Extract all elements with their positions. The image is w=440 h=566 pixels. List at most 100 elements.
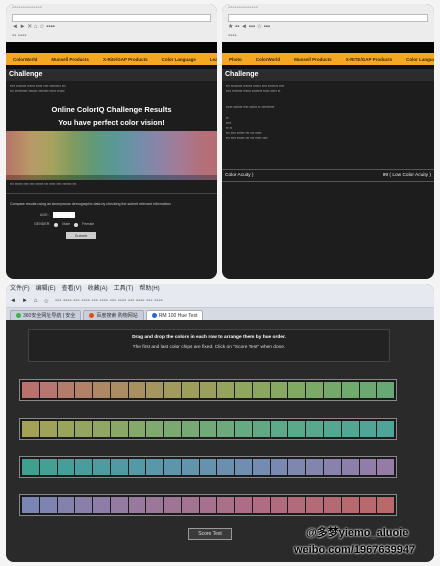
- color-chip[interactable]: [75, 497, 93, 513]
- color-chip[interactable]: [164, 497, 181, 513]
- color-chip[interactable]: [235, 497, 252, 513]
- color-chip[interactable]: [93, 497, 110, 513]
- color-chip[interactable]: [252, 497, 270, 513]
- color-chip[interactable]: [270, 459, 288, 475]
- score-test-button[interactable]: Score Test: [188, 528, 232, 540]
- color-chip[interactable]: [217, 421, 235, 437]
- menu-item[interactable]: 文件(F): [10, 286, 30, 292]
- color-chip[interactable]: [75, 459, 93, 475]
- age-input[interactable]: [52, 212, 75, 218]
- color-chip[interactable]: [341, 497, 359, 513]
- color-chip[interactable]: [252, 459, 270, 475]
- color-chip[interactable]: [235, 382, 252, 398]
- color-chip[interactable]: [324, 382, 341, 398]
- address-bar[interactable]: [12, 14, 211, 22]
- color-chip[interactable]: [128, 421, 146, 437]
- color-chip[interactable]: [93, 382, 110, 398]
- left-nav-item[interactable]: Color Language: [155, 57, 203, 62]
- color-chip[interactable]: [324, 459, 341, 475]
- color-chip[interactable]: [252, 421, 270, 437]
- color-chip[interactable]: [128, 497, 146, 513]
- color-chip[interactable]: [57, 497, 75, 513]
- color-chip[interactable]: [146, 382, 164, 398]
- address-bar[interactable]: [228, 14, 428, 22]
- color-chip[interactable]: [146, 421, 164, 437]
- color-chip[interactable]: [359, 382, 377, 398]
- forward-icon[interactable]: ►: [22, 298, 28, 304]
- menu-item[interactable]: 编辑(E): [36, 286, 56, 292]
- right-nav-item[interactable]: Photo: [222, 57, 249, 62]
- color-chip[interactable]: [199, 421, 217, 437]
- left-nav-item[interactable]: Munsell Products: [44, 57, 96, 62]
- color-chip[interactable]: [359, 497, 377, 513]
- color-chip[interactable]: [306, 421, 324, 437]
- color-chip[interactable]: [93, 459, 110, 475]
- gender-female-radio[interactable]: [74, 222, 79, 227]
- color-chip[interactable]: [235, 421, 252, 437]
- color-chip[interactable]: [164, 421, 181, 437]
- color-chip[interactable]: [39, 497, 57, 513]
- color-chip[interactable]: [128, 459, 146, 475]
- color-chip[interactable]: [199, 497, 217, 513]
- color-chip[interactable]: [324, 497, 341, 513]
- left-nav-item[interactable]: X-Rite/GAP Products: [96, 57, 155, 62]
- color-chip[interactable]: [217, 459, 235, 475]
- color-chip[interactable]: [57, 459, 75, 475]
- color-chip[interactable]: [146, 459, 164, 475]
- color-chip[interactable]: [359, 459, 377, 475]
- color-chip[interactable]: [39, 421, 57, 437]
- color-chip[interactable]: [128, 382, 146, 398]
- menu-item[interactable]: 工具(T): [114, 286, 134, 292]
- gender-male-radio[interactable]: [54, 222, 59, 227]
- color-chip[interactable]: [181, 382, 199, 398]
- back-icon[interactable]: ◄: [10, 298, 16, 304]
- color-chip[interactable]: [217, 382, 235, 398]
- color-chip[interactable]: [288, 421, 306, 437]
- left-nav-item[interactable]: ColorWorld: [6, 57, 44, 62]
- color-chip[interactable]: [288, 382, 306, 398]
- color-chip[interactable]: [110, 497, 128, 513]
- color-chip[interactable]: [181, 459, 199, 475]
- browser-tab[interactable]: 百度搜索 购物网站: [83, 310, 144, 320]
- right-nav-item[interactable]: Munsell Products: [287, 57, 339, 62]
- color-chip[interactable]: [199, 459, 217, 475]
- color-chip[interactable]: [57, 421, 75, 437]
- color-chip[interactable]: [110, 421, 128, 437]
- color-chip[interactable]: [164, 459, 181, 475]
- color-chip[interactable]: [146, 497, 164, 513]
- menu-item[interactable]: 查看(V): [62, 286, 82, 292]
- color-chip[interactable]: [57, 382, 75, 398]
- color-chip[interactable]: [181, 497, 199, 513]
- home-icon[interactable]: ⌂: [34, 298, 38, 304]
- color-chip[interactable]: [288, 459, 306, 475]
- star-icon[interactable]: ☆: [44, 298, 49, 305]
- color-chip[interactable]: [39, 459, 57, 475]
- submit-button[interactable]: Submit: [66, 232, 96, 239]
- color-chip[interactable]: [252, 382, 270, 398]
- right-nav-item[interactable]: X-RITE/GAP Products: [339, 57, 399, 62]
- color-chip[interactable]: [199, 382, 217, 398]
- color-chip[interactable]: [270, 497, 288, 513]
- color-chip[interactable]: [341, 459, 359, 475]
- right-nav-item[interactable]: ColorWorld: [249, 57, 287, 62]
- left-nav-item[interactable]: Learn: [203, 57, 217, 62]
- color-chip[interactable]: [164, 382, 181, 398]
- color-chip[interactable]: [306, 459, 324, 475]
- color-chip[interactable]: [39, 382, 57, 398]
- menu-item[interactable]: 收藏(A): [88, 286, 108, 292]
- color-chip[interactable]: [341, 382, 359, 398]
- color-chip[interactable]: [235, 459, 252, 475]
- color-chip[interactable]: [75, 421, 93, 437]
- right-nav-item[interactable]: Color Language: [399, 57, 434, 62]
- browser-tab[interactable]: 360安全网址导航 | 安全: [10, 310, 82, 320]
- menu-item[interactable]: 帮助(H): [139, 286, 159, 292]
- color-chip[interactable]: [181, 421, 199, 437]
- browser-tab[interactable]: RM 100 Hue Test: [145, 310, 204, 320]
- color-chip[interactable]: [270, 421, 288, 437]
- color-chip[interactable]: [359, 421, 377, 437]
- color-chip[interactable]: [270, 382, 288, 398]
- color-chip[interactable]: [306, 497, 324, 513]
- color-chip[interactable]: [93, 421, 110, 437]
- color-chip[interactable]: [217, 497, 235, 513]
- color-chip[interactable]: [110, 382, 128, 398]
